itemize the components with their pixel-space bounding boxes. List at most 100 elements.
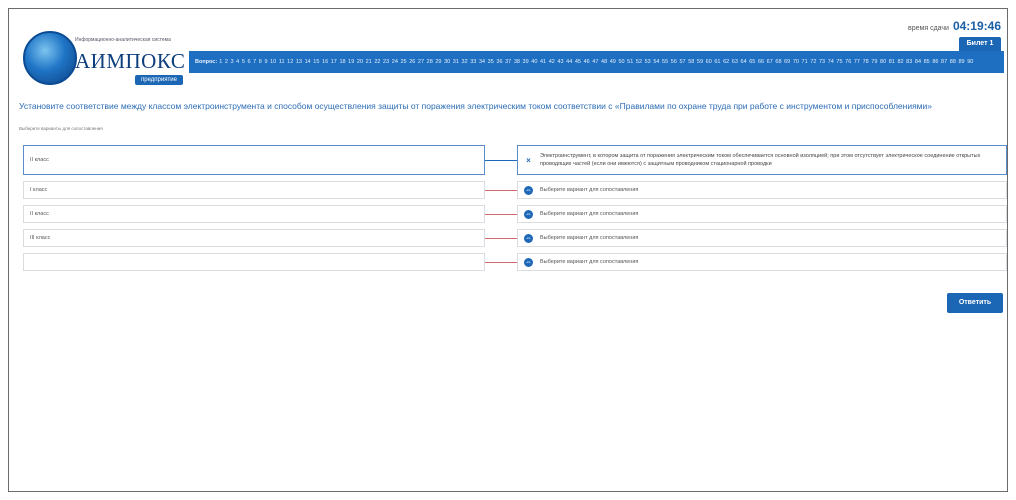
- question-link[interactable]: 18: [339, 59, 345, 65]
- question-link[interactable]: 36: [496, 59, 502, 65]
- question-link[interactable]: 8: [259, 59, 262, 65]
- question-link[interactable]: 43: [557, 59, 563, 65]
- question-link[interactable]: 86: [932, 59, 938, 65]
- question-link[interactable]: 4: [236, 59, 239, 65]
- question-link[interactable]: 80: [880, 59, 886, 65]
- question-link[interactable]: 17: [331, 59, 337, 65]
- question-link[interactable]: 77: [854, 59, 860, 65]
- question-link[interactable]: 10: [270, 59, 276, 65]
- question-link[interactable]: 59: [697, 59, 703, 65]
- question-link[interactable]: 84: [915, 59, 921, 65]
- question-link[interactable]: 11: [279, 59, 285, 65]
- question-link[interactable]: 42: [549, 59, 555, 65]
- question-link[interactable]: 3: [231, 59, 234, 65]
- question-link[interactable]: 34: [479, 59, 485, 65]
- question-link[interactable]: 49: [610, 59, 616, 65]
- question-link[interactable]: 23: [383, 59, 389, 65]
- left-option-1[interactable]: II класс: [23, 145, 485, 175]
- question-link[interactable]: 69: [784, 59, 790, 65]
- left-option-4[interactable]: III класс: [23, 229, 485, 247]
- question-link[interactable]: 1: [219, 59, 222, 65]
- question-link[interactable]: 7: [253, 59, 256, 65]
- question-link[interactable]: 45: [575, 59, 581, 65]
- question-link[interactable]: 76: [845, 59, 851, 65]
- question-link[interactable]: 60: [706, 59, 712, 65]
- question-link[interactable]: 81: [889, 59, 895, 65]
- question-link[interactable]: 16: [322, 59, 328, 65]
- question-link[interactable]: 39: [523, 59, 529, 65]
- question-link[interactable]: 13: [296, 59, 302, 65]
- question-link[interactable]: 51: [627, 59, 633, 65]
- question-link[interactable]: 68: [775, 59, 781, 65]
- question-link[interactable]: 54: [653, 59, 659, 65]
- right-option-5[interactable]: ⇔ Выберите вариант для сопоставления: [517, 253, 1007, 271]
- question-link[interactable]: 50: [618, 59, 624, 65]
- question-link[interactable]: 74: [828, 59, 834, 65]
- question-link[interactable]: 63: [732, 59, 738, 65]
- remove-match-icon[interactable]: ×: [524, 156, 533, 165]
- question-link[interactable]: 35: [488, 59, 494, 65]
- question-link[interactable]: 85: [924, 59, 930, 65]
- question-link[interactable]: 73: [819, 59, 825, 65]
- question-link[interactable]: 25: [400, 59, 406, 65]
- question-link[interactable]: 88: [950, 59, 956, 65]
- question-link[interactable]: 46: [584, 59, 590, 65]
- question-link[interactable]: 82: [897, 59, 903, 65]
- question-link[interactable]: 75: [836, 59, 842, 65]
- question-link[interactable]: 79: [871, 59, 877, 65]
- question-link[interactable]: 62: [723, 59, 729, 65]
- question-link[interactable]: 12: [287, 59, 293, 65]
- question-link[interactable]: 83: [906, 59, 912, 65]
- right-option-3[interactable]: ⇔ Выберите вариант для сопоставления: [517, 205, 1007, 223]
- question-link[interactable]: 30: [444, 59, 450, 65]
- question-link[interactable]: 21: [366, 59, 372, 65]
- question-link[interactable]: 9: [264, 59, 267, 65]
- question-link[interactable]: 56: [671, 59, 677, 65]
- right-option-2[interactable]: ⇔ Выберите вариант для сопоставления: [517, 181, 1007, 199]
- question-link[interactable]: 53: [645, 59, 651, 65]
- question-link[interactable]: 22: [374, 59, 380, 65]
- question-link[interactable]: 52: [636, 59, 642, 65]
- question-link[interactable]: 55: [662, 59, 668, 65]
- right-option-4[interactable]: ⇔ Выберите вариант для сопоставления: [517, 229, 1007, 247]
- question-link[interactable]: 33: [470, 59, 476, 65]
- question-link[interactable]: 48: [601, 59, 607, 65]
- question-link[interactable]: 65: [749, 59, 755, 65]
- question-link[interactable]: 64: [741, 59, 747, 65]
- question-link[interactable]: 32: [462, 59, 468, 65]
- left-option-3[interactable]: II класс: [23, 205, 485, 223]
- question-link[interactable]: 71: [802, 59, 808, 65]
- ticket-tab[interactable]: Билет 1: [959, 37, 1001, 51]
- question-link[interactable]: 70: [793, 59, 799, 65]
- question-link[interactable]: 66: [758, 59, 764, 65]
- question-link[interactable]: 24: [392, 59, 398, 65]
- question-link[interactable]: 37: [505, 59, 511, 65]
- question-link[interactable]: 41: [540, 59, 546, 65]
- question-link[interactable]: 40: [531, 59, 537, 65]
- question-link[interactable]: 67: [767, 59, 773, 65]
- answer-button[interactable]: Ответить: [947, 293, 1003, 313]
- question-link[interactable]: 28: [427, 59, 433, 65]
- question-link[interactable]: 19: [348, 59, 354, 65]
- question-link[interactable]: 58: [688, 59, 694, 65]
- question-link[interactable]: 87: [941, 59, 947, 65]
- question-link[interactable]: 47: [592, 59, 598, 65]
- question-link[interactable]: 61: [714, 59, 720, 65]
- left-option-2[interactable]: I класс: [23, 181, 485, 199]
- question-link[interactable]: 31: [453, 59, 459, 65]
- question-link[interactable]: 20: [357, 59, 363, 65]
- left-option-5[interactable]: [23, 253, 485, 271]
- question-link[interactable]: 6: [247, 59, 250, 65]
- question-link[interactable]: 29: [435, 59, 441, 65]
- question-link[interactable]: 78: [863, 59, 869, 65]
- question-link[interactable]: 44: [566, 59, 572, 65]
- question-link[interactable]: 38: [514, 59, 520, 65]
- question-link[interactable]: 26: [409, 59, 415, 65]
- question-link[interactable]: 14: [305, 59, 311, 65]
- question-link[interactable]: 5: [242, 59, 245, 65]
- question-link[interactable]: 15: [313, 59, 319, 65]
- question-link[interactable]: 27: [418, 59, 424, 65]
- question-link[interactable]: 90: [967, 59, 973, 65]
- question-link[interactable]: 72: [810, 59, 816, 65]
- right-option-1[interactable]: × Электроинструмент, в котором защита от…: [517, 145, 1007, 175]
